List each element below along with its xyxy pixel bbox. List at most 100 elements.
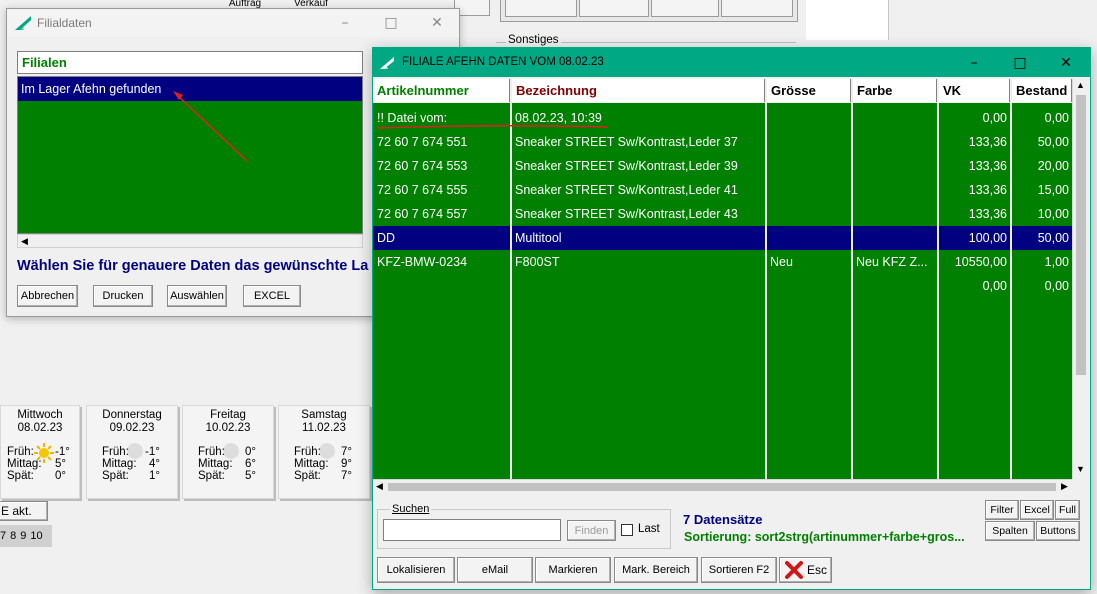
weather-mittag-value: 6°: [245, 458, 256, 470]
filialdaten-title: Filialdaten: [37, 16, 92, 30]
bg-toolbar-button[interactable]: [505, 0, 577, 17]
cell-farbe: [856, 178, 936, 202]
column-header-groesse[interactable]: Grösse: [767, 79, 851, 102]
table-row[interactable]: 72 60 7 674 557 Sneaker STREET Sw/Kontra…: [373, 202, 1072, 226]
full-button[interactable]: Full: [1055, 500, 1080, 520]
filiale-title: FILIALE AFEHN DATEN VOM 08.02.23: [402, 56, 604, 68]
filter-button[interactable]: Filter: [985, 500, 1019, 520]
mark-bereich-button[interactable]: Mark. Bereich: [614, 557, 698, 583]
cell-groesse: [770, 202, 850, 226]
cell-artikelnummer: 72 60 7 674 551: [377, 135, 468, 149]
cell-artikelnummer: 72 60 7 674 557: [377, 207, 468, 221]
esc-button[interactable]: Esc: [779, 557, 832, 583]
weather-date: 11.02.23: [302, 422, 346, 434]
excel-button[interactable]: EXCEL: [243, 285, 301, 307]
annotation-arrow-icon: [173, 91, 248, 162]
scrollbar-thumb[interactable]: [388, 483, 1056, 491]
weather-mittag-value: 4°: [149, 458, 160, 470]
table-row-selected[interactable]: DD Multitool 100,00 50,00: [373, 226, 1072, 250]
scroll-right-icon[interactable]: ▶: [1061, 481, 1068, 492]
cell-vk: 10550,00: [954, 255, 1007, 269]
cell-bestand: 1,00: [1044, 255, 1069, 269]
bg-number[interactable]: 9: [20, 530, 26, 542]
search-input[interactable]: [383, 519, 561, 541]
cell-vk: 133,36: [968, 159, 1007, 173]
vertical-scrollbar[interactable]: ▲ ▼: [1072, 79, 1089, 479]
lokalisieren-button[interactable]: Lokalisieren: [377, 557, 455, 583]
finden-button[interactable]: Finden: [567, 520, 616, 541]
weather-mittag-label: Mittag:: [198, 458, 233, 470]
search-label: Suchen: [390, 503, 432, 515]
weather-frueh-label: Früh:: [294, 446, 321, 458]
cell-bezeichnung: Sneaker STREET Sw/Kontrast,Leder 43: [515, 207, 738, 221]
scroll-left-icon[interactable]: ◀: [21, 235, 28, 247]
bg-toolbar-button[interactable]: [651, 0, 719, 17]
column-header-bezeichnung[interactable]: Bezeichnung: [512, 79, 765, 102]
weather-frueh-label: Früh:: [102, 446, 129, 458]
weather-date: 09.02.23: [109, 422, 155, 434]
scroll-left-icon[interactable]: ◀: [376, 481, 383, 492]
cell-vk: 0,00: [982, 111, 1007, 125]
bg-number[interactable]: 7: [0, 530, 6, 542]
buttons-button[interactable]: Buttons: [1036, 521, 1080, 541]
scroll-up-icon[interactable]: ▲: [1076, 80, 1085, 90]
weather-card-thursday: Donnerstag 09.02.23 Früh: -1° Mittag: 4°…: [86, 405, 178, 499]
filialdaten-titlebar[interactable]: Filialdaten – □ ✕: [7, 9, 459, 37]
table-row[interactable]: 72 60 7 674 551 Sneaker STREET Sw/Kontra…: [373, 130, 1072, 154]
weather-frueh-label: Früh:: [198, 446, 225, 458]
close-icon[interactable]: ✕: [1043, 48, 1089, 77]
weather-card-friday: Freitag 10.02.23 Früh: 0° Mittag: 6° Spä…: [182, 405, 274, 499]
weather-day: Mittwoch: [17, 409, 63, 421]
cell-bezeichnung: Multitool: [515, 231, 562, 245]
table-row[interactable]: KFZ-BMW-0234 F800ST Neu Neu KFZ Z... 105…: [373, 250, 1072, 274]
annotation-underline-icon: [377, 124, 609, 129]
cell-bezeichnung: [515, 274, 765, 298]
weather-spaet-label: Spät:: [198, 470, 225, 482]
markieren-button[interactable]: Markieren: [535, 557, 611, 583]
close-icon[interactable]: ✕: [414, 8, 460, 38]
minimize-icon[interactable]: –: [951, 48, 997, 77]
cell-vk: 133,36: [968, 207, 1007, 221]
scrollbar-thumb[interactable]: [1076, 95, 1086, 375]
minimize-icon[interactable]: –: [322, 8, 368, 38]
horizontal-scrollbar[interactable]: ◀: [17, 234, 363, 248]
table-row[interactable]: 72 60 7 674 555 Sneaker STREET Sw/Kontra…: [373, 178, 1072, 202]
column-header-farbe[interactable]: Farbe: [853, 79, 937, 102]
drucken-button[interactable]: Drucken: [93, 285, 153, 307]
column-header-vk[interactable]: VK: [939, 79, 1010, 102]
email-button[interactable]: eMail: [457, 557, 533, 583]
weather-frueh-value: -1°: [55, 446, 70, 458]
maximize-icon[interactable]: □: [368, 8, 414, 38]
cell-farbe: [856, 202, 936, 226]
cell-artikelnummer: DD: [377, 231, 396, 245]
sortieren-button[interactable]: Sortieren F2: [701, 557, 777, 583]
cloud-icon: [223, 443, 239, 459]
bg-toolbar-button[interactable]: [579, 0, 649, 17]
spalten-button[interactable]: Spalten: [985, 521, 1035, 541]
filiale-titlebar[interactable]: FILIALE AFEHN DATEN VOM 08.02.23 – □ ✕: [373, 48, 1090, 77]
cell-artikelnummer: KFZ-BMW-0234: [377, 255, 468, 269]
bg-toolbar-button[interactable]: [721, 0, 793, 17]
excel-export-button[interactable]: Excel: [1020, 500, 1054, 520]
bg-number[interactable]: 10: [30, 530, 42, 542]
column-header-artikelnummer[interactable]: Artikelnummer: [373, 79, 510, 102]
auswaehlen-button[interactable]: Auswählen: [167, 285, 227, 307]
table-row[interactable]: 72 60 7 674 553 Sneaker STREET Sw/Kontra…: [373, 154, 1072, 178]
weather-frueh-label: Früh:: [7, 446, 34, 458]
maximize-icon[interactable]: □: [997, 48, 1043, 77]
table-row[interactable]: 0,00 0,00: [373, 274, 1072, 298]
weather-spaet-label: Spät:: [294, 470, 321, 482]
last-label: Last: [638, 523, 660, 535]
bg-number[interactable]: 8: [10, 530, 16, 542]
abbrechen-button[interactable]: Abbrechen: [17, 285, 78, 307]
akt-button[interactable]: E akt.: [0, 501, 48, 521]
sort-status: Sortierung: sort2strg(artinummer+farbe+g…: [684, 530, 965, 544]
esc-label: Esc: [807, 563, 828, 577]
scroll-down-icon[interactable]: ▼: [1076, 464, 1085, 474]
cell-vk: 0,00: [982, 279, 1007, 293]
last-checkbox[interactable]: [621, 524, 633, 536]
column-header-bestand[interactable]: Bestand: [1012, 79, 1072, 102]
cell-vk: 133,36: [968, 135, 1007, 149]
cell-farbe: [856, 130, 936, 154]
horizontal-scrollbar[interactable]: ◀ ▶: [373, 479, 1072, 494]
